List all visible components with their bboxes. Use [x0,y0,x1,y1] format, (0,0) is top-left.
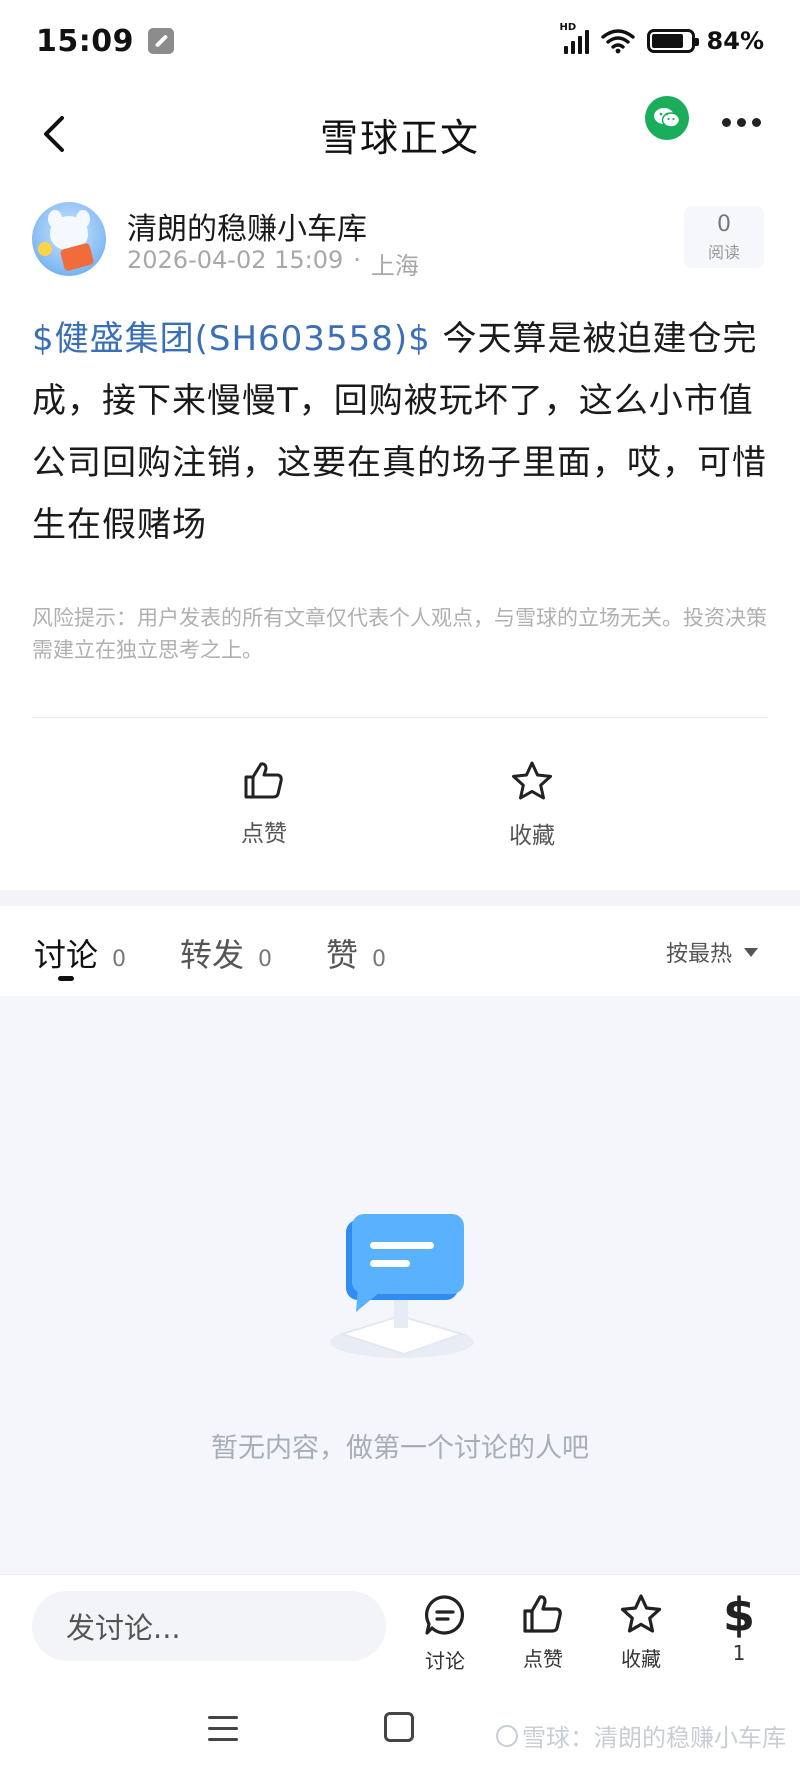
bottom-favorite-button[interactable]: 收藏 [606,1593,676,1672]
post-date: 2026-04-02 15:09 [127,246,344,274]
sort-label: 按最热 [666,942,733,967]
section-gap [0,890,800,906]
stock-link[interactable]: $健盛集团(SH603558)$ [32,319,431,359]
read-label: 阅读 [707,243,740,262]
sort-dropdown[interactable]: 按最热 [666,936,759,968]
divider [32,717,768,718]
tab-repost[interactable]: 转发 0 [180,930,272,976]
tab-count: 0 [372,947,387,972]
network-type: HD [559,22,577,33]
dollar-icon: $ [722,1588,755,1642]
caret-down-icon [744,947,759,957]
dot-icon [737,118,746,127]
home-icon[interactable] [384,1712,414,1742]
like-button[interactable]: 点赞 [234,760,294,848]
bottom-favorite-label: 收藏 [621,1647,661,1671]
read-count-badge: 0 阅读 [684,206,764,268]
system-nav-bar: 雪球：清朗的稳赚小车库 [0,1678,800,1778]
more-options-button[interactable] [722,118,761,127]
bottom-like-button[interactable]: 点赞 [508,1593,578,1672]
signal-icon: HD [560,22,589,54]
battery-icon [646,29,699,53]
favorite-label: 收藏 [509,823,555,849]
tab-likes[interactable]: 赞 0 [326,930,386,976]
thumbs-up-icon [523,1595,562,1633]
watermark-logo-icon [496,1724,518,1747]
read-count: 0 [717,212,731,237]
reward-count: 1 [732,1641,746,1665]
watermark: 雪球：清朗的稳赚小车库 [496,1718,786,1753]
tab-label: 赞 [326,936,359,974]
bottom-action-bar: 发讨论... 讨论 点赞 收藏 $ 1 [0,1574,800,1678]
recent-apps-icon[interactable] [208,1716,238,1749]
reward-button[interactable]: $ 1 [704,1588,774,1665]
status-time: 15:09 [36,23,134,59]
author-row: 清朗的稳赚小车库 2026-04-02 15:09 · 上海 0 阅读 [32,200,768,280]
wifi-icon [600,29,635,54]
page-title: 雪球正文 [319,115,480,160]
dot-icon [722,118,731,127]
tab-discussion[interactable]: 讨论 0 [34,930,126,976]
post-meta: 2026-04-02 15:09 · 上海 [127,246,419,281]
dot-icon [752,118,761,127]
post-location: 上海 [370,252,419,280]
meta-separator: · [353,246,361,274]
favorite-button[interactable]: 收藏 [502,760,562,850]
active-tab-indicator [58,976,74,981]
wechat-share-icon[interactable] [645,96,689,140]
avatar[interactable] [32,202,106,276]
watermark-text: 雪球：清朗的稳赚小车库 [522,1724,786,1752]
empty-chat-illustration [330,1214,474,1358]
discuss-label: 讨论 [425,1649,465,1673]
thumbs-up-icon [244,762,283,799]
author-name[interactable]: 清朗的稳赚小车库 [127,204,367,248]
back-button[interactable] [34,112,78,156]
tab-count: 0 [258,947,273,972]
comment-input-placeholder: 发讨论... [66,1611,181,1645]
app-header: 雪球正文 [0,82,800,186]
wrench-icon [148,28,174,54]
tab-label: 转发 [180,936,245,974]
comment-bubble-icon [425,1595,465,1635]
battery-level: 84% [706,27,764,55]
star-icon [512,761,552,800]
post-body: $健盛集团(SH603558)$ 今天算是被迫建仓完成，接下来慢慢T，回购被玩坏… [32,308,772,556]
status-icons: HD 84% [560,22,764,55]
bottom-like-label: 点赞 [523,1647,563,1671]
empty-state-text: 暂无内容，做第一个讨论的人吧 [211,1433,589,1464]
tab-count: 0 [112,947,127,972]
risk-disclaimer: 风险提示：用户发表的所有文章仅代表个人观点，与雪球的立场无关。投资决策需建立在独… [32,606,767,662]
star-icon [620,1594,662,1633]
discuss-button[interactable]: 讨论 [410,1593,480,1674]
status-bar: 15:09 HD 84% [0,0,800,82]
tab-bar: 讨论 0 转发 0 赞 0 按最热 [0,906,800,996]
comment-input[interactable]: 发讨论... [32,1591,386,1661]
tab-label: 讨论 [34,936,99,974]
like-label: 点赞 [241,821,287,847]
discussion-list-empty: 暂无内容，做第一个讨论的人吧 [0,996,800,1574]
